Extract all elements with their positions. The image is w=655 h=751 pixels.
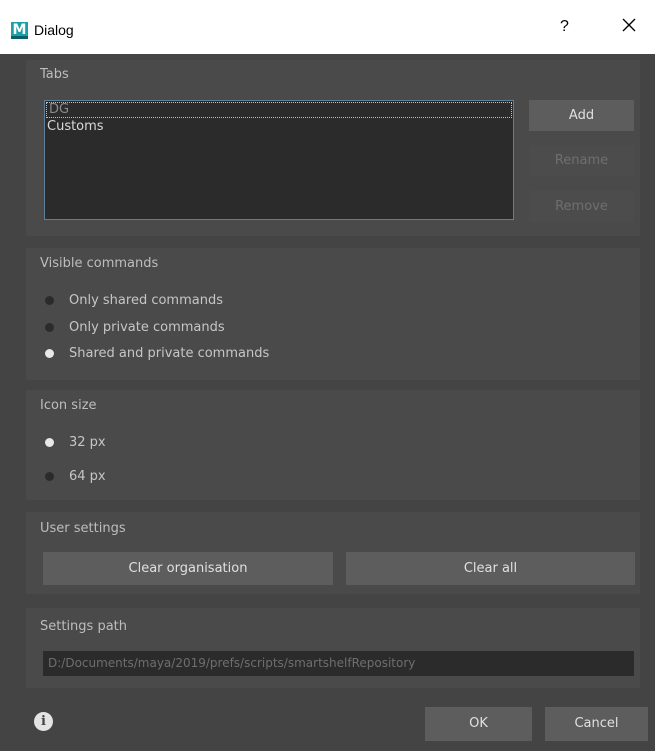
radio-64px[interactable]: 64 px xyxy=(44,467,106,485)
close-icon xyxy=(622,18,636,32)
radio-shared-and-private[interactable]: Shared and private commands xyxy=(44,344,269,362)
info-icon[interactable]: i xyxy=(34,712,53,731)
radio-indicator xyxy=(45,471,54,481)
rename-tab-button[interactable]: Rename xyxy=(529,145,634,176)
radio-label: Only shared commands xyxy=(69,292,223,308)
cancel-button[interactable]: Cancel xyxy=(545,707,648,741)
radio-label: 64 px xyxy=(69,468,106,484)
radio-indicator-selected xyxy=(45,348,54,358)
radio-only-private[interactable]: Only private commands xyxy=(44,318,225,336)
radio-label: Shared and private commands xyxy=(69,345,270,361)
tab-item-dg[interactable]: DG xyxy=(46,102,512,118)
tabs-group-title: Tabs xyxy=(40,67,69,82)
radio-label: 32 px xyxy=(69,434,106,450)
radio-only-shared[interactable]: Only shared commands xyxy=(44,291,223,309)
ok-button[interactable]: OK xyxy=(425,707,532,741)
title-bar: M Dialog ? xyxy=(0,0,655,54)
icon-size-group xyxy=(26,390,640,500)
close-button[interactable] xyxy=(620,16,644,40)
radio-label: Only private commands xyxy=(69,319,225,335)
tab-item-customs[interactable]: Customs xyxy=(45,119,513,135)
visible-commands-title: Visible commands xyxy=(40,256,159,271)
icon-size-title: Icon size xyxy=(40,398,97,413)
clear-all-button[interactable]: Clear all xyxy=(346,552,635,585)
add-tab-button[interactable]: Add xyxy=(529,100,634,131)
tabs-list[interactable]: DG Customs xyxy=(44,100,514,220)
radio-indicator-selected xyxy=(45,437,54,447)
settings-path-field[interactable]: D:/Documents/maya/2019/prefs/scripts/sma… xyxy=(43,651,634,676)
radio-32px[interactable]: 32 px xyxy=(44,433,106,451)
radio-indicator xyxy=(45,322,54,332)
settings-path-title: Settings path xyxy=(40,619,128,634)
window-title: Dialog xyxy=(34,22,74,38)
app-icon-letter: M xyxy=(12,22,27,38)
maya-app-icon: M xyxy=(11,22,28,39)
remove-tab-button[interactable]: Remove xyxy=(529,191,634,222)
help-button[interactable]: ? xyxy=(560,18,580,42)
clear-organisation-button[interactable]: Clear organisation xyxy=(43,552,333,585)
radio-indicator xyxy=(45,295,54,305)
user-settings-title: User settings xyxy=(40,521,126,536)
